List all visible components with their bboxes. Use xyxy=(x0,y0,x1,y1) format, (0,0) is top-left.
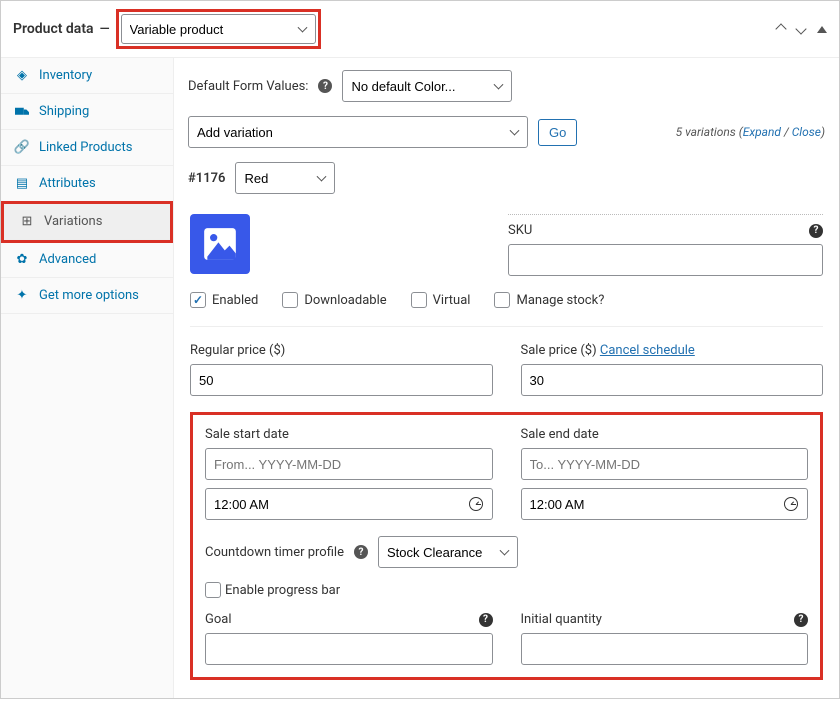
expand-link[interactable]: Expand xyxy=(743,125,781,139)
tab-get-more[interactable]: ✦ Get more options xyxy=(1,278,173,314)
help-icon[interactable]: ? xyxy=(479,613,493,627)
checkbox-icon xyxy=(282,292,298,308)
progress-bar-checkbox[interactable]: Enable progress bar xyxy=(205,582,340,598)
sale-end-label: Sale end date xyxy=(521,427,599,442)
checkbox-icon xyxy=(494,292,510,308)
manage-stock-checkbox[interactable]: Manage stock? xyxy=(494,292,604,308)
collapse-icon[interactable] xyxy=(817,26,827,33)
help-icon[interactable]: ? xyxy=(354,545,368,559)
variations-icon: ⊞ xyxy=(20,215,34,229)
variation-image-placeholder[interactable] xyxy=(190,214,250,274)
enabled-checkbox[interactable]: Enabled xyxy=(190,292,258,308)
content-area: Default Form Values: ? No default Color.… xyxy=(174,58,839,698)
initial-qty-input[interactable] xyxy=(521,633,809,665)
move-down-icon[interactable] xyxy=(795,23,806,34)
sale-start-date-input[interactable] xyxy=(205,448,493,480)
close-link[interactable]: Close xyxy=(792,125,821,139)
gear-icon: ✿ xyxy=(15,253,29,267)
link-icon: 🔗 xyxy=(15,141,29,155)
tab-attributes[interactable]: ▤ Attributes xyxy=(1,166,173,202)
tabs-sidebar: ◈ Inventory Shipping 🔗 Linked Products ▤… xyxy=(1,58,174,698)
virtual-checkbox[interactable]: Virtual xyxy=(411,292,471,308)
help-icon[interactable]: ? xyxy=(809,224,823,238)
checkbox-icon xyxy=(190,292,206,308)
tab-inventory[interactable]: ◈ Inventory xyxy=(1,58,173,94)
product-type-select[interactable]: Variable product xyxy=(121,14,316,44)
clock-icon xyxy=(469,497,483,511)
tab-advanced[interactable]: ✿ Advanced xyxy=(1,242,173,278)
help-icon[interactable]: ? xyxy=(794,613,808,627)
sale-end-time-input[interactable] xyxy=(521,488,809,520)
default-values-label: Default Form Values: xyxy=(188,79,308,94)
inventory-icon: ◈ xyxy=(15,69,29,83)
clock-icon xyxy=(784,497,798,511)
timer-profile-label: Countdown timer profile xyxy=(205,545,344,560)
sparkle-icon: ✦ xyxy=(15,289,29,303)
default-values-select[interactable]: No default Color... xyxy=(342,70,512,102)
goal-input[interactable] xyxy=(205,633,493,665)
variation-count: 5 variations (Expand / Close) xyxy=(676,125,825,139)
panel-header: Product data — Variable product xyxy=(1,1,839,58)
move-up-icon[interactable] xyxy=(775,23,786,34)
go-button[interactable]: Go xyxy=(538,119,577,146)
sku-input[interactable] xyxy=(508,244,823,276)
regular-price-input[interactable] xyxy=(190,364,493,396)
attributes-icon: ▤ xyxy=(15,177,29,191)
downloadable-checkbox[interactable]: Downloadable xyxy=(282,292,386,308)
tab-shipping[interactable]: Shipping xyxy=(1,94,173,130)
variation-attribute-select[interactable]: Red xyxy=(235,162,335,194)
cancel-schedule-link[interactable]: Cancel schedule xyxy=(600,343,695,358)
regular-price-label: Regular price ($) xyxy=(190,343,285,358)
checkbox-icon xyxy=(411,292,427,308)
sale-start-time-input[interactable] xyxy=(205,488,493,520)
checkbox-icon xyxy=(205,582,221,598)
panel-title: Product data xyxy=(13,21,94,37)
add-variation-select[interactable]: Add variation xyxy=(188,116,528,148)
help-icon[interactable]: ? xyxy=(318,79,332,93)
product-data-panel: Product data — Variable product ◈ Invent… xyxy=(0,0,840,699)
initial-qty-label: Initial quantity xyxy=(521,612,602,627)
shipping-icon xyxy=(15,105,29,119)
sale-price-label: Sale price ($) xyxy=(521,343,597,358)
sku-label: SKU xyxy=(508,223,532,238)
variation-id: #1176 xyxy=(188,171,225,186)
timer-profile-select[interactable]: Stock Clearance xyxy=(378,536,518,568)
sale-end-date-input[interactable] xyxy=(521,448,809,480)
goal-label: Goal xyxy=(205,612,232,627)
schedule-highlight-box: Sale start date Sale end date xyxy=(190,412,823,680)
tab-linked-products[interactable]: 🔗 Linked Products xyxy=(1,130,173,166)
sale-start-label: Sale start date xyxy=(205,427,289,442)
tab-variations[interactable]: ⊞ Variations xyxy=(4,204,170,240)
sale-price-input[interactable] xyxy=(521,364,824,396)
image-icon xyxy=(201,225,239,263)
